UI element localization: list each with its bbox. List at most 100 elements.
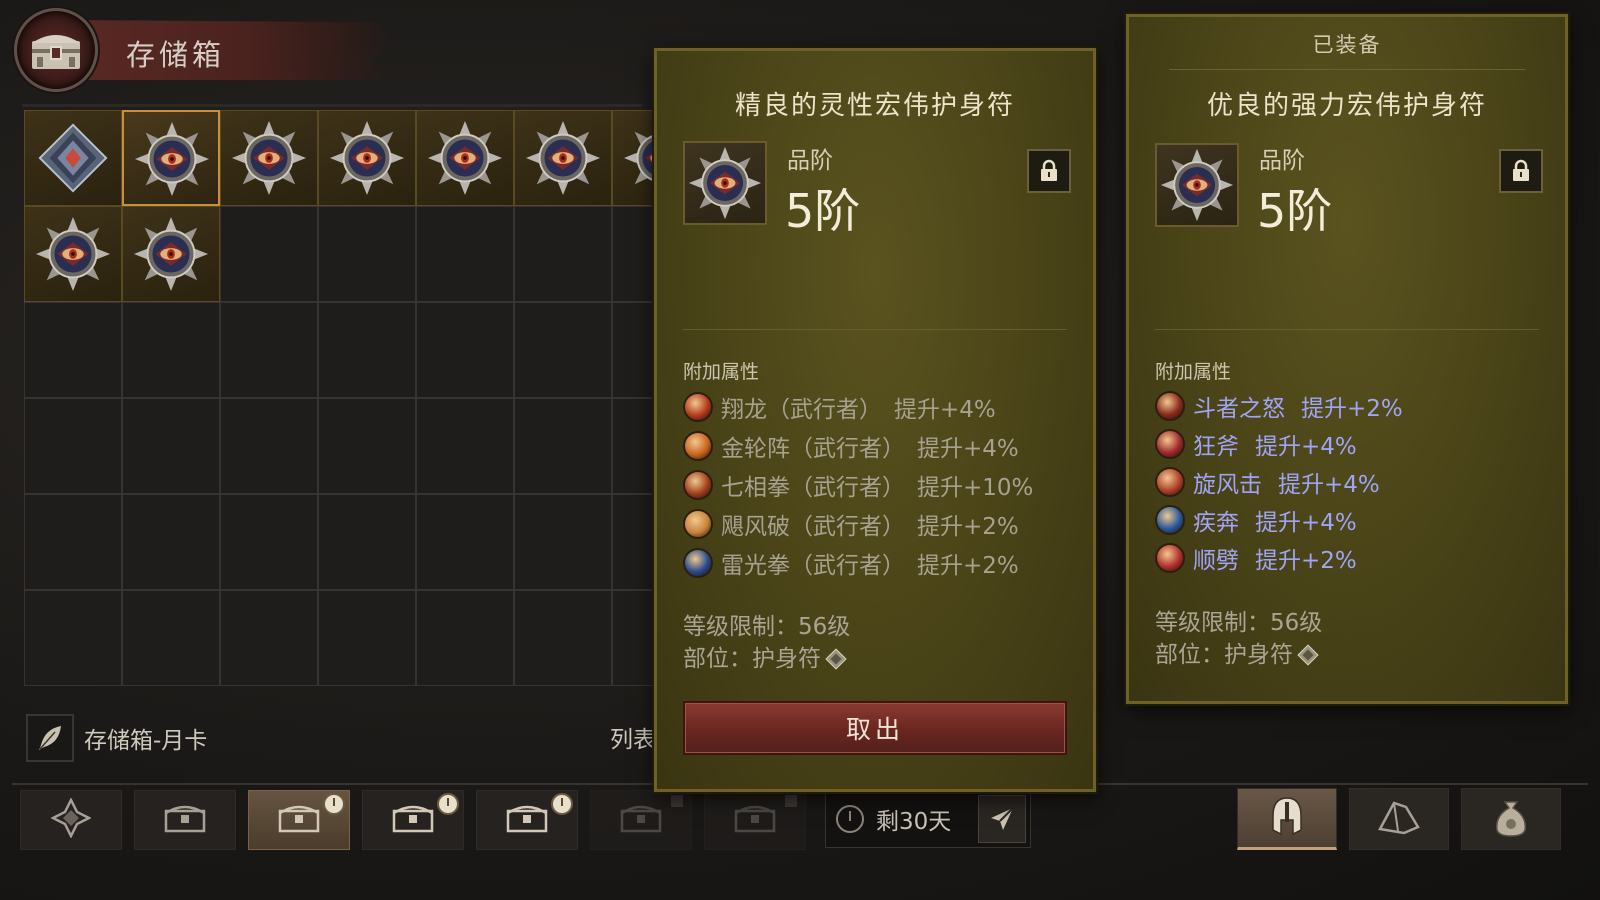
days-remaining: 剩30天: [876, 809, 952, 835]
tooltip-divider: [683, 329, 1067, 330]
stash-slot[interactable]: [416, 302, 514, 398]
stash-slot[interactable]: [416, 398, 514, 494]
stash-slot[interactable]: [514, 302, 612, 398]
affix-row: 旋风击 提升+4%: [1155, 463, 1403, 501]
lock-icon: [1037, 159, 1061, 183]
list-label[interactable]: 列表: [610, 720, 656, 754]
dragon-skill-icon: [683, 391, 713, 422]
stash-slot[interactable]: [122, 398, 220, 494]
item-portrait: [1155, 143, 1239, 227]
amulet-item-slot[interactable]: [24, 206, 122, 302]
stash-slot[interactable]: [514, 590, 612, 686]
stash-tab[interactable]: [134, 790, 236, 850]
amulet-item-slot[interactable]: [514, 110, 612, 206]
compass-icon: [50, 797, 92, 842]
affix-name: 疾奔: [1193, 510, 1239, 536]
amulet-slot-icon: [825, 648, 847, 670]
stash-slot[interactable]: [122, 494, 220, 590]
item-name: 精良的灵性宏伟护身符: [734, 91, 1015, 121]
affix-row: 飓风破（武行者） 提升+2%: [683, 504, 1033, 543]
amulet-icon: [132, 215, 210, 293]
affix-bonus: 提升+4%: [894, 396, 996, 423]
stash-slot[interactable]: [122, 590, 220, 686]
chest-timed-icon: [505, 801, 549, 839]
stash-slot[interactable]: [514, 398, 612, 494]
thunder-fist-skill-icon: [683, 547, 713, 578]
header-divider: [22, 104, 642, 107]
level-requirement: 等级限制：56级: [1155, 610, 1323, 636]
amulet-item-slot[interactable]: [122, 206, 220, 302]
affix-bonus: 提升+4%: [1255, 510, 1357, 536]
affix-row: 七相拳（武行者） 提升+10%: [683, 465, 1033, 504]
amulet-item-slot[interactable]: [220, 110, 318, 206]
equipped-item-tooltip: 已装备 优良的强力宏伟护身符 品阶 5阶 附加属性 斗者之怒 提升+2% 狂斧 提升+…: [1126, 14, 1568, 704]
affix-bonus: 提升+2%: [1255, 548, 1357, 574]
stash-slot[interactable]: [24, 398, 122, 494]
stash-slot[interactable]: [514, 494, 612, 590]
lock-button[interactable]: [1499, 149, 1543, 193]
inventory-category-tab[interactable]: [1237, 788, 1337, 850]
lock-button[interactable]: [1027, 149, 1071, 193]
affix-header: 附加属性: [683, 361, 760, 383]
stash-slot[interactable]: [24, 590, 122, 686]
stash-slot[interactable]: [220, 590, 318, 686]
golden-wheel-skill-icon: [683, 430, 713, 461]
whirlwind-skill-icon: [1155, 467, 1185, 497]
inventory-category-tab[interactable]: [1349, 788, 1449, 850]
stash-slot[interactable]: [514, 206, 612, 302]
stash-slot[interactable]: [416, 590, 514, 686]
amulet-slot-icon: [1297, 644, 1319, 666]
stash-tab[interactable]: [590, 790, 692, 850]
stash-tab[interactable]: [20, 790, 122, 850]
stash-slot[interactable]: [24, 302, 122, 398]
feather-icon[interactable]: [26, 714, 74, 762]
item-slot: 部位：护身符: [683, 646, 821, 672]
stash-slot[interactable]: [416, 206, 514, 302]
item-requirements: 等级限制：56级 部位：护身符: [683, 611, 850, 675]
timer-icon: [551, 793, 573, 815]
stash-slot[interactable]: [416, 494, 514, 590]
stash-slot[interactable]: [318, 590, 416, 686]
affix-bonus: 提升+4%: [1255, 434, 1357, 460]
stash-tab[interactable]: [362, 790, 464, 850]
stash-slot[interactable]: [318, 398, 416, 494]
stash-slot[interactable]: [122, 302, 220, 398]
stash-slot[interactable]: [220, 494, 318, 590]
chest-icon: [163, 801, 207, 839]
amulet-icon: [328, 119, 406, 197]
stash-slot[interactable]: [220, 206, 318, 302]
inventory-category-tab[interactable]: [1461, 788, 1561, 850]
stash-tab[interactable]: [248, 790, 350, 850]
lock-badge-icon: [785, 795, 797, 807]
stash-tab[interactable]: [704, 790, 806, 850]
stash-slot[interactable]: [318, 206, 416, 302]
stash-slot[interactable]: [24, 494, 122, 590]
hurricane-skill-icon: [683, 508, 713, 539]
affix-name: 狂斧: [1193, 434, 1239, 460]
send-button[interactable]: [978, 795, 1026, 843]
amulet-item-slot[interactable]: [122, 110, 220, 206]
chest-timed-icon: [391, 801, 435, 839]
take-out-button[interactable]: 取出: [683, 701, 1067, 755]
affix-name: 飓风破（武行者）: [721, 513, 905, 540]
amulet-item-slot[interactable]: [416, 110, 514, 206]
stash-tab[interactable]: [476, 790, 578, 850]
stash-slot[interactable]: [318, 494, 416, 590]
stash-slot[interactable]: [220, 302, 318, 398]
affix-row: 翔龙（武行者） 提升+4%: [683, 387, 1033, 426]
slot-line: 部位：护身符: [1155, 639, 1322, 671]
stash-slot[interactable]: [318, 302, 416, 398]
clock-icon: [836, 805, 864, 833]
level-requirement: 等级限制：56级: [683, 614, 851, 640]
amulet-item-slot[interactable]: [318, 110, 416, 206]
chest-timed-icon: [277, 801, 321, 839]
affix-bonus: 提升+2%: [917, 552, 1019, 579]
gem-item-slot[interactable]: [24, 110, 122, 206]
affix-name: 金轮阵（武行者）: [721, 435, 905, 462]
amulet-icon: [524, 119, 602, 197]
tooltip-divider: [1155, 329, 1539, 330]
item-name: 优良的强力宏伟护身符: [1206, 91, 1487, 121]
affix-row: 顺劈 提升+2%: [1155, 539, 1403, 577]
affix-row: 雷光拳（武行者） 提升+2%: [683, 543, 1033, 582]
stash-slot[interactable]: [220, 398, 318, 494]
